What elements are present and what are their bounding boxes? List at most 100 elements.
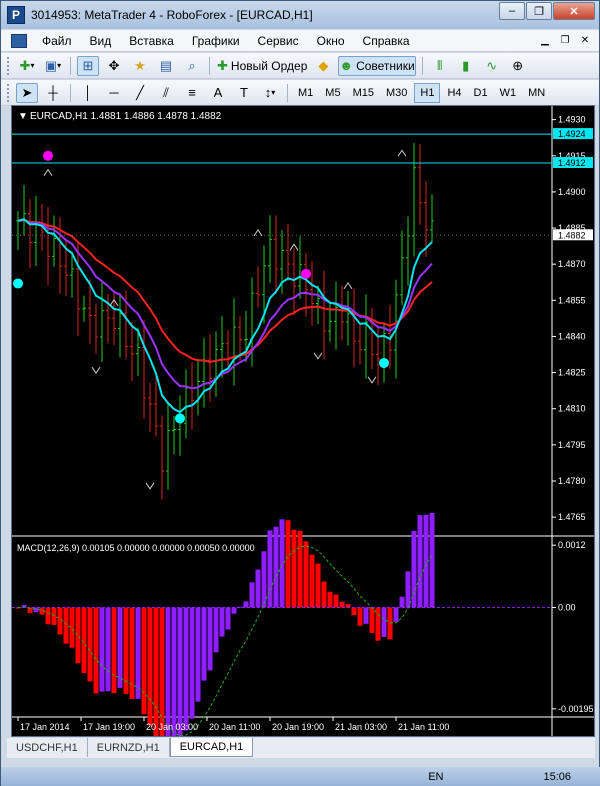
mdi-restore-icon[interactable]: ❐	[557, 33, 573, 48]
trendline-icon[interactable]: ╱	[129, 83, 151, 103]
arrows-icon[interactable]: ↕ ▾	[259, 83, 281, 103]
macd-bar	[273, 526, 279, 608]
timeframe-d1[interactable]: D1	[469, 83, 493, 103]
chart-window-icon[interactable]	[11, 33, 27, 48]
svg-text:1.4882: 1.4882	[558, 230, 586, 240]
restore-button[interactable]: ❐	[526, 2, 552, 20]
fibonacci-icon[interactable]: ≡	[181, 83, 203, 103]
zoom-in-icon[interactable]: ⊕	[507, 56, 529, 76]
fractal-up-arrow	[43, 168, 53, 176]
timeframe-m30[interactable]: M30	[381, 83, 412, 103]
menu-tools[interactable]: Сервис	[249, 34, 308, 48]
text-label-icon[interactable]: T	[233, 83, 255, 103]
menu-bar: Файл Вид Вставка Графики Сервис Окно Спр…	[1, 30, 599, 52]
mdi-minimize-icon[interactable]: ▁	[537, 33, 553, 48]
market-watch-icon[interactable]: ⊞	[77, 55, 99, 76]
fractal-down-arrow	[367, 376, 377, 384]
minimize-button[interactable]: –	[499, 2, 525, 20]
price-tick-label: 1.4900	[558, 187, 586, 197]
horizontal-line-icon[interactable]: ─	[103, 83, 125, 103]
timeframe-m1[interactable]: M1	[293, 83, 318, 103]
bid-price-label: 1.4882	[553, 229, 593, 241]
timeframe-h1[interactable]: H1	[414, 82, 441, 103]
navigator-crosshair-icon[interactable]: ✥	[103, 56, 125, 76]
macd-bar	[339, 601, 345, 608]
line-chart-icon[interactable]: ∿	[481, 56, 503, 76]
new-order-icon: ✚	[217, 58, 228, 73]
timeframe-m15[interactable]: M15	[348, 83, 379, 103]
macd-bar	[393, 607, 399, 622]
mdi-close-icon[interactable]: ✕	[577, 33, 593, 48]
toolbar-grip[interactable]	[7, 83, 10, 102]
menu-file[interactable]: Файл	[33, 34, 81, 48]
macd-bar	[135, 607, 141, 699]
macd-bar	[297, 530, 303, 608]
price-tick-label: 1.4855	[558, 295, 586, 305]
vertical-line-icon[interactable]: │	[77, 83, 99, 103]
clock: 15:06	[543, 771, 571, 783]
experts-icon: ☻	[339, 58, 354, 73]
terminal-icon[interactable]: ▤	[155, 56, 177, 76]
toolbar-grip[interactable]	[7, 56, 10, 75]
metaeditor-icon[interactable]: ◆	[312, 56, 334, 76]
buy-signal-dot	[13, 278, 23, 289]
signal-markers-layer	[13, 149, 407, 490]
tab-eurcad[interactable]: EURCAD,H1	[169, 738, 254, 757]
timeframe-m5[interactable]: M5	[320, 83, 345, 103]
equidistant-channel-icon[interactable]: ⫽	[155, 83, 177, 103]
timeframe-h4[interactable]: H4	[442, 83, 466, 103]
macd-bar	[315, 563, 321, 608]
price-tick-label: 1.4765	[558, 512, 586, 522]
timeframe-w1[interactable]: W1	[495, 83, 522, 103]
menu-charts[interactable]: Графики	[183, 34, 249, 48]
menu-window[interactable]: Окно	[308, 34, 354, 48]
fractal-up-arrow	[397, 149, 407, 157]
hline2-label: 1.4912	[553, 157, 593, 168]
macd-bar	[351, 607, 357, 616]
title-bar[interactable]: P 3014953: MetaTrader 4 - RoboForex - [E…	[1, 1, 599, 29]
strategy-tester-icon[interactable]: ⌕	[181, 56, 203, 76]
macd-bar	[147, 607, 153, 726]
metatrader-window: P 3014953: MetaTrader 4 - RoboForex - [E…	[0, 0, 600, 786]
macd-bar	[363, 607, 369, 624]
menu-help[interactable]: Справка	[354, 34, 419, 48]
profiles-icon[interactable]: ▣ ▾	[42, 56, 64, 76]
tab-eurnzd[interactable]: EURNZD,H1	[88, 738, 170, 757]
price-chart[interactable]: ▼ EURCAD,H1 1.4881 1.4886 1.4878 1.4882 …	[11, 105, 595, 737]
close-button[interactable]: ✕	[553, 2, 595, 20]
ma-fast-line	[17, 218, 433, 414]
timeframe-mn[interactable]: MN	[523, 83, 550, 103]
macd-bar	[93, 607, 99, 694]
experts-button[interactable]: ☻ Советники	[338, 55, 416, 76]
menu-view[interactable]: Вид	[81, 34, 121, 48]
status-bar: EN 15:06	[1, 767, 600, 786]
drawing-toolbar: ➤ ┼ │ ─ ╱ ⫽ ≡ A T ↕ ▾ M1 M5 M15 M30 H1 H4…	[1, 80, 599, 106]
language-indicator[interactable]: EN	[428, 771, 443, 783]
menu-insert[interactable]: Вставка	[120, 34, 183, 48]
text-icon[interactable]: A	[207, 83, 229, 103]
folder-star-icon[interactable]: ★	[129, 56, 151, 76]
bar-chart-icon[interactable]: ⫴	[429, 56, 451, 76]
new-chart-icon[interactable]: ✚ ▾	[16, 56, 38, 76]
moving-averages-layer	[17, 218, 433, 414]
macd-bar	[75, 607, 81, 664]
candlestick-icon[interactable]: ▮	[455, 56, 477, 76]
macd-bar	[309, 554, 315, 608]
macd-bar	[99, 607, 105, 692]
macd-axis: 0.0012 0.00 -0.00195	[552, 540, 594, 714]
macd-tick-label: -0.00195	[558, 704, 594, 714]
svg-text:1.4912: 1.4912	[558, 158, 586, 168]
price-tick-label: 1.4795	[558, 440, 586, 450]
svg-text:1.4924: 1.4924	[558, 129, 586, 139]
chart-canvas[interactable]: ▼ EURCAD,H1 1.4881 1.4886 1.4878 1.4882 …	[12, 106, 594, 736]
macd-bar	[33, 607, 39, 613]
cursor-icon[interactable]: ➤	[16, 82, 38, 103]
price-tick-label: 1.4810	[558, 404, 586, 414]
macd-bar	[201, 607, 207, 681]
crosshair-icon[interactable]: ┼	[42, 83, 64, 103]
new-order-button[interactable]: ✚ Новый Ордер	[216, 56, 308, 76]
macd-bar	[249, 582, 255, 608]
macd-bar	[207, 607, 213, 671]
tab-usdchf[interactable]: USDCHF,H1	[7, 738, 88, 757]
macd-bar	[189, 607, 195, 719]
